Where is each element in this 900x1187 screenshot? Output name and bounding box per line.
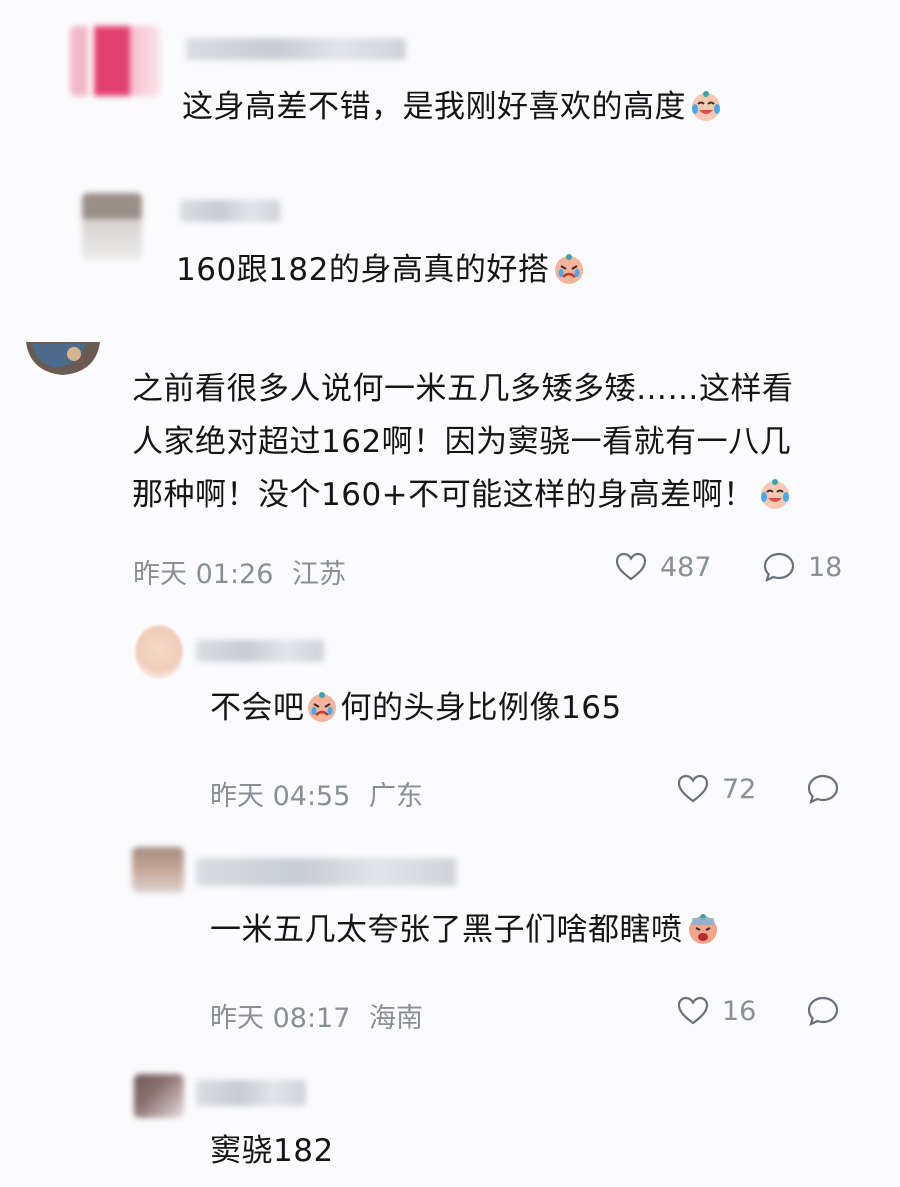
comment-line: 之前看很多人说何一米五几多矮多矮……这样看	[132, 371, 794, 407]
crying-face-icon	[307, 692, 336, 722]
comment-meta: 昨天 01:26 江苏	[133, 552, 346, 591]
reply-button[interactable]	[806, 994, 852, 1028]
comment-bubble-icon	[807, 996, 839, 1027]
comment-bubble-icon	[763, 552, 795, 583]
avatar[interactable]	[132, 847, 184, 893]
avatar[interactable]	[82, 193, 142, 259]
like-count: 487	[660, 551, 712, 583]
crying-laughing-face-icon	[692, 91, 720, 121]
reply-button[interactable]	[806, 772, 852, 806]
avatar[interactable]	[70, 26, 160, 96]
avatar[interactable]	[26, 342, 100, 376]
timestamp: 昨天 08:17	[210, 1003, 351, 1034]
username-blurred[interactable]	[180, 200, 280, 222]
comment-meta: 昨天 04:55 广东	[210, 774, 423, 813]
heart-icon	[677, 996, 709, 1025]
screaming-face-icon	[688, 914, 717, 944]
like-button[interactable]: 16	[676, 994, 756, 1028]
crying-laughing-face-icon	[760, 479, 789, 509]
like-count: 16	[722, 995, 757, 1027]
comment-text: 一米五几太夸张了黑子们啥都瞎喷	[210, 908, 720, 953]
username-blurred[interactable]	[196, 1080, 306, 1106]
avatar[interactable]	[134, 1074, 184, 1118]
like-button[interactable]: 72	[676, 772, 756, 806]
username-blurred[interactable]	[196, 858, 456, 886]
comment-text: 窦骁182	[210, 1133, 334, 1169]
heart-icon	[677, 774, 709, 803]
crying-face-icon	[555, 254, 584, 284]
username-blurred[interactable]	[186, 38, 406, 60]
comment-line: 人家绝对超过162啊！因为窦骁一看就有一八几	[132, 424, 792, 460]
location: 海南	[369, 1003, 423, 1034]
location: 广东	[369, 781, 423, 812]
username-blurred[interactable]	[196, 640, 324, 662]
comment-text: 这身高差不错，是我刚好喜欢的高度	[182, 85, 723, 130]
timestamp: 昨天 04:55	[210, 781, 351, 812]
heart-icon	[615, 552, 647, 581]
comment-line: 那种啊！没个160+不可能这样的身高差啊！	[132, 469, 794, 522]
like-count: 72	[722, 773, 757, 805]
comment-meta: 昨天 08:17 海南	[210, 996, 423, 1035]
comment-text: 不会吧 何的头身比例像165	[210, 690, 622, 726]
comment-text: 之前看很多人说何一米五几多矮多矮……这样看 人家绝对超过162啊！因为窦骁一看就…	[132, 363, 794, 522]
reply-button[interactable]: 18	[762, 550, 842, 584]
reply-count: 18	[808, 551, 843, 583]
location: 江苏	[292, 559, 346, 590]
like-button[interactable]: 487	[614, 550, 712, 584]
timestamp: 昨天 01:26	[133, 559, 274, 590]
avatar[interactable]	[135, 625, 183, 679]
comment-bubble-icon	[807, 774, 839, 805]
comment-text: 160跟182的身高真的好搭	[176, 248, 586, 293]
